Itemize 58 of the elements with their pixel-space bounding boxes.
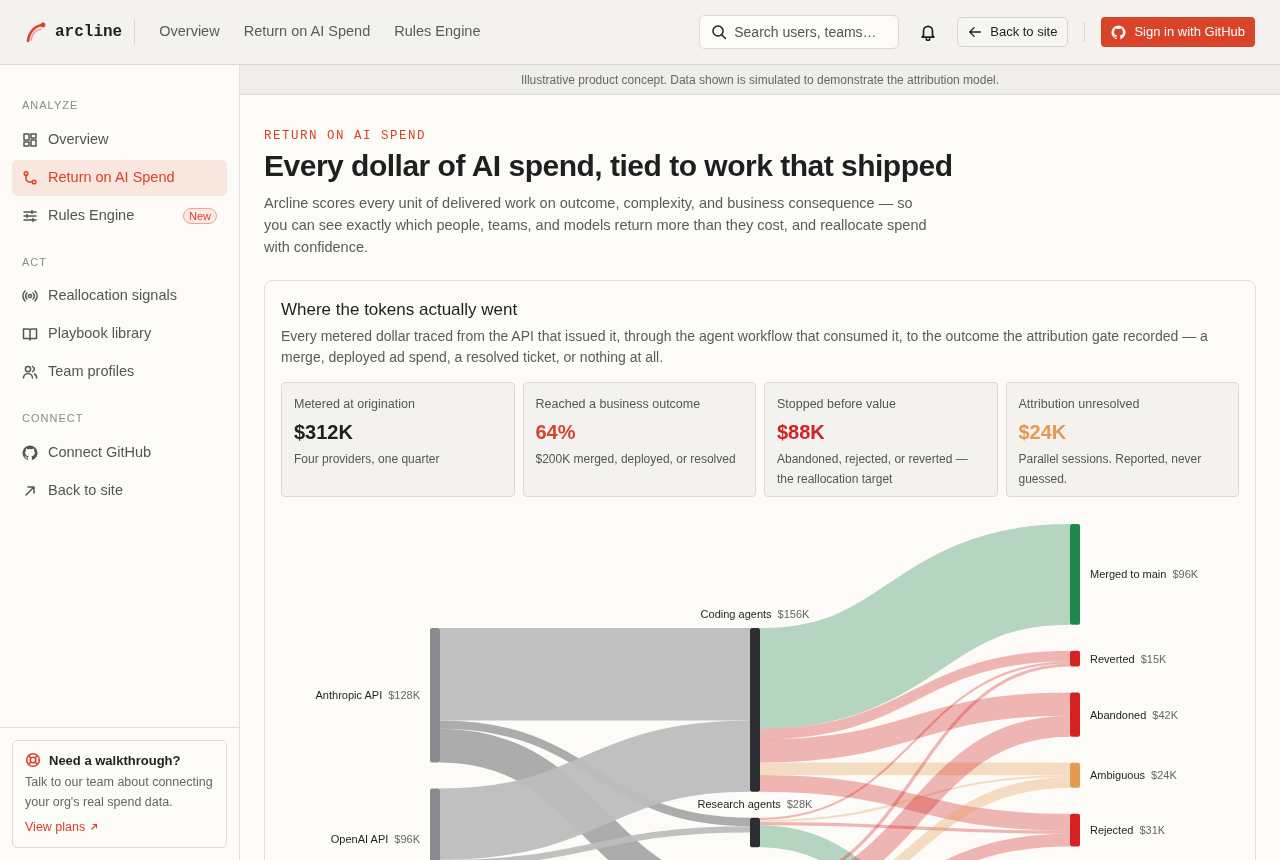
nav-link[interactable]: Overview [159,21,220,43]
node-label: OpenAI API [330,833,389,846]
stat-label: Stopped before value [777,396,897,414]
help-text: Talk to our team about connecting your org's real spend data. [25,774,214,811]
node-value: $156K [777,608,810,621]
section-heading: CONNECT [22,411,85,426]
section-heading: ANALYZE [22,98,80,113]
search-field[interactable]: Search users, teams… [699,15,900,49]
node-label: Coding agents [700,608,772,621]
panel-description: Every metered dollar traced from the API that issued it, through the agent workflow that consumed it, to the outcome the attribution gate recorded — a merge, deployed ad spend, a resolved ticket, or nothing at all. [281,327,1209,368]
sign-in-button[interactable]: Sign in with GitHub [1101,17,1255,47]
logo-wordmark[interactable]: arcline [55,20,136,44]
help-title: Need a walkthrough? [49,751,181,770]
node-value: $28K [786,798,813,811]
node-label: Research agents [697,798,781,811]
node-value: $42K [1152,708,1178,721]
sidebar-item[interactable]: Overview [12,121,227,158]
node-value: $31K [1139,824,1166,837]
stat-value: $88K [777,420,826,445]
sidebar-item[interactable]: Reallocation signals [12,278,227,314]
stat-value: $312K [294,420,354,445]
sidebar-item[interactable]: Rules Engine New [12,197,227,234]
node-value: $15K [1140,652,1167,665]
stat-note: Parallel sessions. Reported, never guessed. [1018,451,1203,488]
node-label: Abandoned [1090,708,1147,721]
page-description: Arcline scores every unit of delivered work on outcome, complexity, and business consequence — so you can see exactly which people, teams, and models return more than they cost, and reallocate spend with confidence. [264,193,928,257]
view-plans-link[interactable]: View plans [25,818,100,837]
nav-link[interactable]: Rules Engine [394,21,481,43]
notice-banner: Illustrative product concept. Data shown is simulated to demonstrate the attribution model. [240,65,1280,95]
back-to-site-button[interactable]: Back to site [957,17,1069,47]
stat-label: Reached a business outcome [535,396,702,414]
stat-note: Abandoned, rejected, or reverted — the reallocation target [777,451,969,488]
sidebar-item[interactable]: Playbook library [12,316,227,352]
node-value: $24K [1151,769,1177,782]
stat-label: Metered at origination [294,396,416,414]
page-title: Every dollar of AI spend, tied to work that shipped [264,147,954,184]
sidebar-item[interactable]: Connect GitHub [12,434,227,471]
stat-note: $200K merged, deployed, or resolved [535,451,737,468]
sidebar-item[interactable]: Return on AI Spend [12,159,227,196]
stat-value: $24K [1018,420,1068,445]
stat-note: Four providers, one quarter [294,451,441,468]
new-badge: New [183,207,217,224]
node-label: Ambiguous [1090,769,1146,782]
nav-link[interactable]: Return on AI Spend [243,21,371,43]
node-label: Rejected [1090,824,1134,837]
node-value: $96K [1172,568,1199,581]
node-label: Reverted [1090,652,1135,665]
node-value: $128K [388,689,420,702]
section-heading: ACT [22,254,48,270]
sidebar-item[interactable]: Back to site [12,472,227,509]
stat-label: Attribution unresolved [1018,396,1141,414]
stat-value: 64% [535,420,577,445]
node-label: Anthropic API [315,689,383,702]
panel-title: Where the tokens actually went [281,298,519,321]
node-value: $96K [394,833,420,846]
eyebrow-text: RETURN ON AI SPEND [264,128,428,145]
sidebar-item[interactable]: Team profiles [12,354,227,390]
node-label: Merged to main [1090,568,1167,581]
